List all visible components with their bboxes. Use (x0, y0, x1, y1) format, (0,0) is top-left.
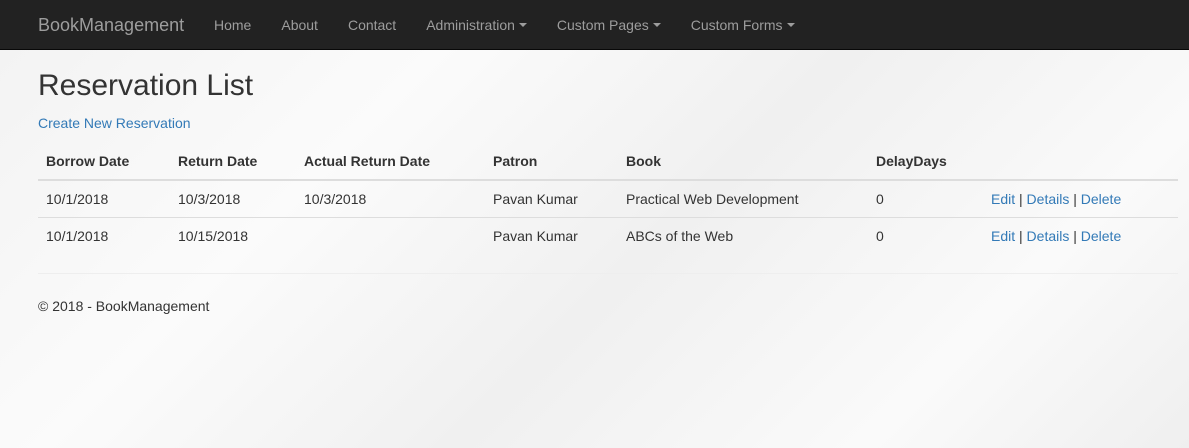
reservation-table: Borrow Date Return Date Actual Return Da… (38, 142, 1178, 254)
header-book: Book (618, 142, 868, 181)
delete-link[interactable]: Delete (1081, 191, 1121, 207)
brand-link[interactable]: BookManagement (38, 15, 184, 35)
nav-item-contact[interactable]: Contact (333, 0, 411, 50)
top-navbar: BookManagement Home About Contact Admini… (0, 0, 1189, 50)
table-row: 10/1/2018 10/15/2018 Pavan Kumar ABCs of… (38, 218, 1178, 255)
cell-patron: Pavan Kumar (485, 180, 618, 218)
cell-book: ABCs of the Web (626, 228, 734, 244)
cell-delay-days: 0 (876, 228, 884, 244)
cell-actions: Edit | Details | Delete (983, 180, 1178, 218)
separator: | (1073, 191, 1077, 207)
header-actual-return-date: Actual Return Date (296, 142, 485, 181)
create-reservation-link[interactable]: Create New Reservation (38, 114, 191, 132)
details-link[interactable]: Details (1027, 191, 1070, 207)
details-link[interactable]: Details (1027, 228, 1070, 244)
separator: | (1019, 228, 1023, 244)
caret-down-icon (518, 23, 527, 27)
nav-item-administration-label: Administration (426, 17, 515, 33)
cell-actual-return-date (296, 218, 485, 255)
nav-dropdown-custom-forms[interactable]: Custom Forms (676, 0, 810, 50)
nav-item-custom-forms-label: Custom Forms (690, 17, 783, 33)
cell-delay-days: 0 (868, 180, 983, 218)
header-patron: Patron (485, 142, 618, 181)
footer-copyright: © 2018 - BookManagement (38, 298, 210, 314)
caret-down-icon (652, 23, 661, 27)
cell-book: Practical Web Development (618, 180, 868, 218)
edit-link[interactable]: Edit (991, 191, 1015, 207)
header-borrow-date: Borrow Date (38, 142, 170, 181)
header-actions (983, 142, 1178, 181)
delete-link[interactable]: Delete (1081, 228, 1121, 244)
cell-actual-return-date: 10/3/2018 (296, 180, 485, 218)
nav-menu: Home About Contact Administration Custom… (199, 0, 810, 50)
cell-return-date: 10/3/2018 (170, 180, 296, 218)
separator: | (1073, 228, 1077, 244)
separator: | (1019, 191, 1023, 207)
caret-down-icon (786, 23, 795, 27)
nav-dropdown-custom-pages[interactable]: Custom Pages (542, 0, 676, 50)
table-header-row: Borrow Date Return Date Actual Return Da… (38, 142, 1178, 181)
page-title: Reservation List (38, 69, 254, 102)
cell-borrow-date: 10/1/2018 (46, 228, 109, 244)
table-row: 10/1/2018 10/3/2018 10/3/2018 Pavan Kuma… (38, 180, 1178, 218)
nav-item-about[interactable]: About (266, 0, 333, 50)
cell-actions: Edit | Details | Delete (983, 218, 1178, 255)
header-delay-days: DelayDays (868, 142, 983, 181)
edit-link[interactable]: Edit (991, 228, 1015, 244)
cell-patron: Pavan Kumar (493, 228, 578, 244)
header-return-date: Return Date (170, 142, 296, 181)
nav-item-custom-pages-label: Custom Pages (556, 17, 649, 33)
nav-dropdown-administration[interactable]: Administration (411, 0, 542, 50)
footer-divider (38, 273, 1178, 274)
cell-return-date: 10/15/2018 (178, 228, 249, 244)
cell-borrow-date: 10/1/2018 (38, 180, 170, 218)
nav-item-home[interactable]: Home (199, 0, 266, 50)
